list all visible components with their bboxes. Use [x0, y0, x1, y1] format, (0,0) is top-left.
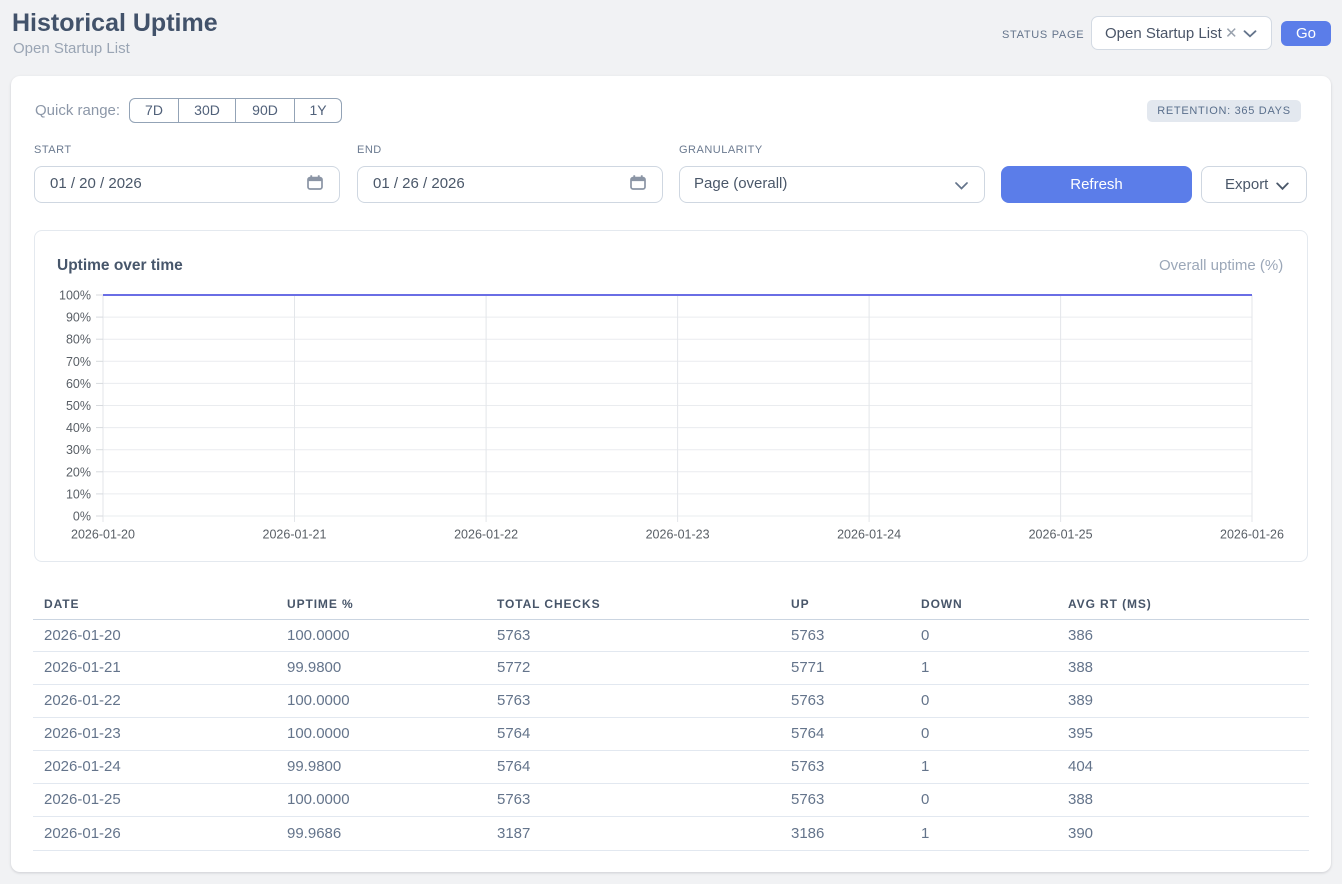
svg-text:60%: 60%	[66, 377, 91, 391]
svg-text:20%: 20%	[66, 465, 91, 479]
svg-text:100%: 100%	[59, 289, 91, 303]
svg-text:80%: 80%	[66, 333, 91, 347]
svg-text:2026-01-22: 2026-01-22	[454, 528, 518, 542]
svg-text:70%: 70%	[66, 355, 91, 369]
svg-text:40%: 40%	[66, 421, 91, 435]
svg-text:2026-01-21: 2026-01-21	[263, 528, 327, 542]
svg-text:10%: 10%	[66, 487, 91, 501]
svg-text:0%: 0%	[73, 510, 91, 524]
svg-text:30%: 30%	[66, 443, 91, 457]
svg-text:2026-01-26: 2026-01-26	[1220, 528, 1284, 542]
svg-text:2026-01-23: 2026-01-23	[646, 528, 710, 542]
svg-text:2026-01-25: 2026-01-25	[1029, 528, 1093, 542]
svg-text:50%: 50%	[66, 399, 91, 413]
svg-text:2026-01-24: 2026-01-24	[837, 528, 901, 542]
svg-text:90%: 90%	[66, 311, 91, 325]
svg-text:2026-01-20: 2026-01-20	[71, 528, 135, 542]
